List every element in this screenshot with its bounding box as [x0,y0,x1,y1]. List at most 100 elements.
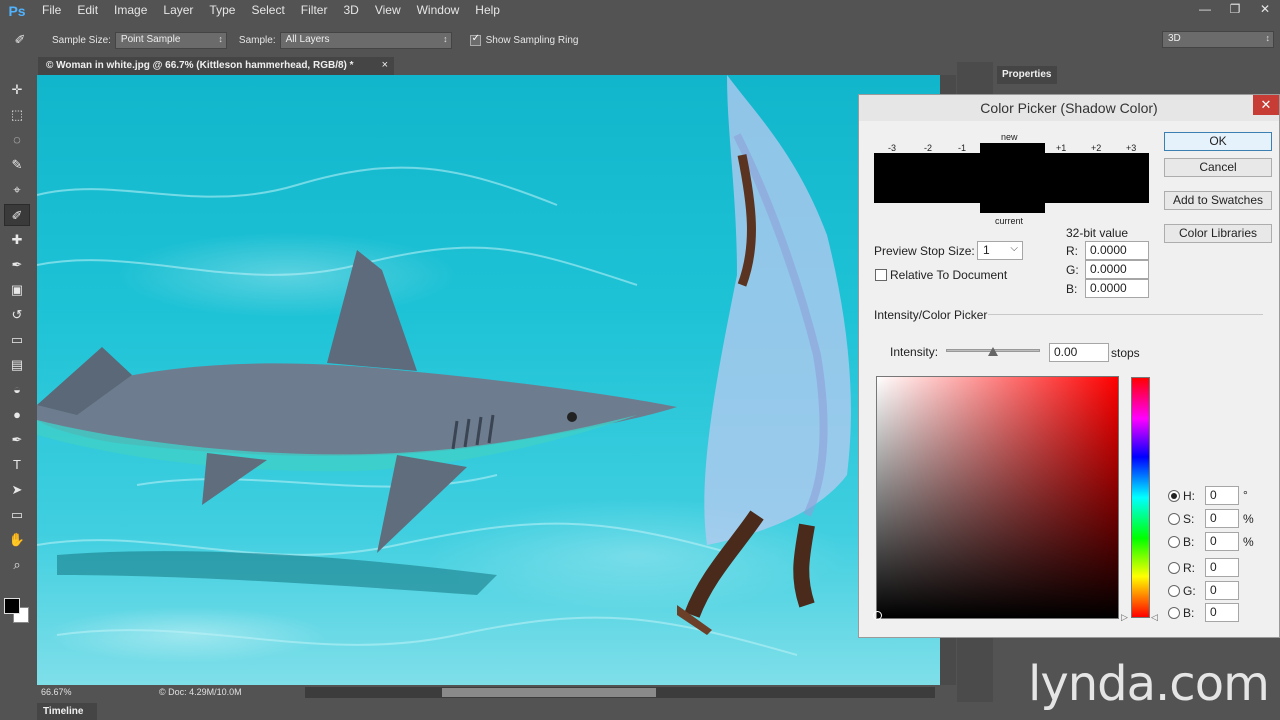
menu-image[interactable]: Image [106,0,155,21]
color-libraries-button[interactable]: Color Libraries [1164,224,1272,243]
scrollbar-thumb[interactable] [442,688,656,697]
g-label: G: [1183,584,1196,598]
healing-tool-icon[interactable]: ✚ [4,229,30,251]
window-controls: — ❐ ✕ [1190,0,1280,18]
red-radio[interactable] [1168,562,1180,574]
green-radio[interactable] [1168,585,1180,597]
show-sampling-ring-label: Show Sampling Ring [485,34,579,46]
hue-slider[interactable] [1131,377,1150,618]
options-bar: ✐ Sample Size: Point Sample Sample: All … [0,28,1280,52]
intensity-section-title: Intensity/Color Picker [874,308,988,322]
new-color-label: new [1001,132,1018,142]
brightness-radio[interactable] [1168,536,1180,548]
menu-view[interactable]: View [367,0,409,21]
hand-tool-icon[interactable]: ✋ [4,529,30,551]
gradient-tool-icon[interactable]: ▤ [4,354,30,376]
r32-field[interactable]: 0.0000 [1085,241,1149,260]
relative-to-document-checkbox[interactable] [875,269,887,281]
cancel-button[interactable]: Cancel [1164,158,1272,177]
eyedropper-tool-icon[interactable]: ✐ [4,204,30,226]
menu-edit[interactable]: Edit [69,0,106,21]
type-tool-icon[interactable]: T [4,454,30,476]
sample-size-select[interactable]: Point Sample [114,31,227,49]
relative-to-document-label: Relative To Document [890,268,1008,282]
close-icon[interactable]: ✕ [1250,0,1280,18]
blue-field[interactable]: 0 [1205,603,1239,622]
blue-radio[interactable] [1168,607,1180,619]
preview-stop-size-select[interactable]: 1 [977,241,1023,260]
stop-label: +1 [1056,143,1067,153]
g32-label: G: [1066,263,1079,277]
menu-select[interactable]: Select [243,0,292,21]
hue-field[interactable]: 0 [1205,486,1239,505]
crop-tool-icon[interactable]: ⌖ [4,179,30,201]
menu-file[interactable]: File [34,0,69,21]
show-sampling-ring-checkbox[interactable] [469,33,481,46]
close-icon[interactable]: ✕ [1253,95,1279,115]
path-select-tool-icon[interactable]: ➤ [4,479,30,501]
pen-tool-icon[interactable]: ✒ [4,429,30,451]
saturation-radio[interactable] [1168,513,1180,525]
intensity-slider-thumb[interactable] [988,347,998,356]
saturation-brightness-field[interactable] [873,376,1119,620]
saturation-field[interactable]: 0 [1205,509,1239,528]
g32-field[interactable]: 0.0000 [1085,260,1149,279]
32-bit-value-title: 32-bit value [1066,226,1129,240]
brightness-field[interactable]: 0 [1205,532,1239,551]
b32-field[interactable]: 0.0000 [1085,279,1149,298]
dialog-titlebar[interactable]: Color Picker (Shadow Color) ✕ [859,95,1279,121]
new-current-swatch[interactable] [980,143,1045,213]
ok-button[interactable]: OK [1164,132,1272,151]
hue-radio[interactable] [1168,490,1180,502]
b32-label: B: [1066,282,1078,296]
stamp-tool-icon[interactable]: ▣ [4,279,30,301]
horizontal-scrollbar[interactable] [305,687,935,698]
document-info[interactable]: © Doc: 4.29M/10.0M [159,687,242,697]
eraser-tool-icon[interactable]: ▭ [4,329,30,351]
menu-3d[interactable]: 3D [335,0,366,21]
properties-tab[interactable]: Properties [997,66,1057,84]
add-to-swatches-button[interactable]: Add to Swatches [1164,191,1272,210]
lasso-tool-icon[interactable]: ◌ [4,129,30,151]
document-canvas[interactable] [37,75,940,685]
intensity-unit: stops [1111,346,1140,360]
shape-tool-icon[interactable]: ▭ [4,504,30,526]
current-color-label: current [995,216,1024,226]
green-field[interactable]: 0 [1205,581,1239,600]
menu-bar: Ps File Edit Image Layer Type Select Fil… [0,0,1280,21]
timeline-tab[interactable]: Timeline [37,703,97,720]
r32-label: R: [1066,244,1078,258]
menu-help[interactable]: Help [467,0,508,21]
hue-slider-left-arrow-icon[interactable]: ▷ [1121,612,1128,623]
zoom-tool-icon[interactable]: ⌕ [4,554,30,576]
brush-tool-icon[interactable]: ✒ [4,254,30,276]
marquee-tool-icon[interactable]: ⬚ [4,104,30,126]
minimize-icon[interactable]: — [1190,0,1220,18]
restore-icon[interactable]: ❐ [1220,0,1250,18]
quick-select-tool-icon[interactable]: ✎ [4,154,30,176]
move-tool-icon[interactable]: ✛ [4,79,30,101]
menu-window[interactable]: Window [409,0,468,21]
color-swatches[interactable] [4,598,30,626]
color-field-marker[interactable] [873,611,882,620]
history-brush-tool-icon[interactable]: ↺ [4,304,30,326]
red-field[interactable]: 0 [1205,558,1239,577]
stop-label: -2 [924,143,933,153]
close-icon[interactable]: × [382,59,388,71]
stop-label: +2 [1091,143,1102,153]
dodge-tool-icon[interactable]: ● [4,404,30,426]
eyedropper-preset-icon[interactable]: ✐ [0,32,40,48]
foreground-color-swatch[interactable] [4,598,20,614]
menu-type[interactable]: Type [201,0,243,21]
document-tab[interactable]: © Woman in white.jpg @ 66.7% (Kittleson … [38,57,394,75]
menu-filter[interactable]: Filter [293,0,336,21]
menu-layer[interactable]: Layer [155,0,201,21]
stop-label: +3 [1126,143,1137,153]
degree-unit: ° [1243,488,1248,502]
sample-select[interactable]: All Layers [279,31,452,49]
hue-slider-right-arrow-icon[interactable]: ◁ [1151,612,1158,623]
zoom-level[interactable]: 66.67% [41,687,72,697]
workspace-select[interactable]: 3D [1162,31,1274,48]
intensity-field[interactable]: 0.00 [1049,343,1109,362]
blur-tool-icon[interactable]: ◒ [4,379,30,401]
